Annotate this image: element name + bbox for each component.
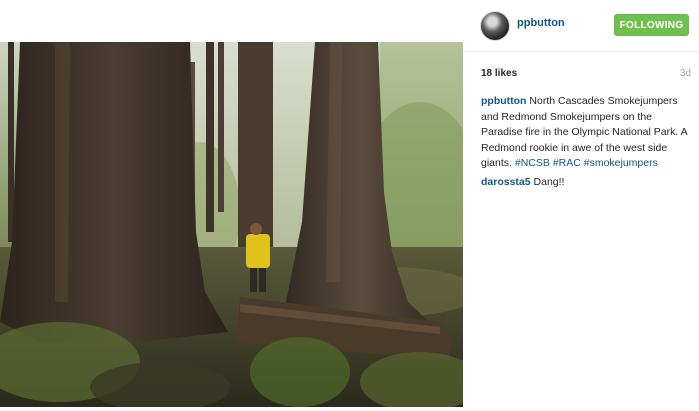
likes-count[interactable]: 18 likes [481, 68, 517, 79]
post-header: ppbutton FOLLOWING [464, 0, 699, 52]
post-username[interactable]: ppbutton [517, 17, 565, 29]
comment-username[interactable]: darossta5 [481, 176, 531, 188]
list-item: darossta5 Dang!! [481, 175, 689, 191]
hashtag-rac[interactable]: #RAC [553, 157, 581, 169]
caption-username[interactable]: ppbutton [481, 95, 526, 107]
hashtag-ncsb[interactable]: #NCSB [515, 157, 550, 169]
following-button[interactable]: FOLLOWING [614, 14, 689, 36]
post-age[interactable]: 3d [680, 68, 691, 79]
avatar[interactable] [480, 11, 510, 41]
comment-text: Dang!! [530, 175, 565, 188]
hashtag-smokejumpers[interactable]: #smokejumpers [584, 157, 658, 169]
post-sidebar: ppbutton FOLLOWING 18 likes 3d ppbutton … [464, 0, 699, 411]
comment-list: ppbutton North Cascades Smokejumpers and… [481, 94, 689, 193]
caption: ppbutton North Cascades Smokejumpers and… [481, 94, 689, 172]
forest-image [0, 42, 463, 407]
post-meta: 18 likes 3d [481, 68, 691, 82]
post-photo[interactable] [0, 42, 463, 407]
